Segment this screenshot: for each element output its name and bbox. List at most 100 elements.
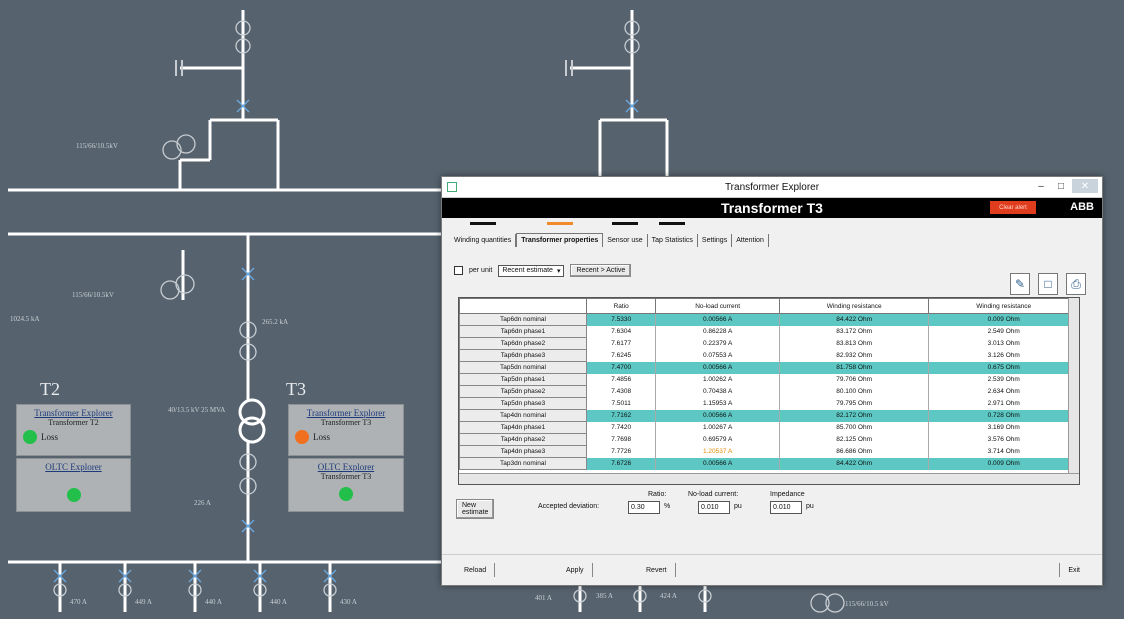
feeder-meter: 385 A — [596, 592, 613, 600]
winding-resistance-cell: 86.686 Ohm — [778, 445, 930, 458]
tab-label: Settings — [701, 237, 728, 244]
t2-loss-status-dot — [23, 430, 37, 444]
noload-current-cell: 0.00566 A — [655, 457, 780, 470]
apply-button[interactable]: Apply — [558, 563, 593, 577]
table-row[interactable]: Tap3dn nominal 7.6726 0.00566 A 84.422 Ohm 0… — [459, 457, 1079, 470]
exit-button[interactable]: Exit — [1059, 563, 1088, 577]
t3-loss-row: Loss — [295, 430, 403, 444]
revert-button[interactable]: Revert — [638, 563, 676, 577]
noload-current-cell: 0.69579 A — [655, 433, 780, 446]
table-row[interactable]: Tap4dn nominal 7.7162 0.00566 A 82.172 Ohm 0… — [459, 409, 1079, 422]
winding-resistance-cell: 82.932 Ohm — [778, 349, 930, 362]
row-header-cell: Tap6dn phase1 — [459, 325, 587, 338]
table-row[interactable]: Tap4dn phase2 7.7698 0.69579 A 82.125 Ohm 3.… — [459, 433, 1079, 446]
table-row[interactable]: Tap5dn phase3 7.5011 1.15953 A 79.795 Ohm 2.… — [459, 397, 1079, 410]
ratio-label: Ratio: — [648, 491, 667, 498]
transformer-explorer-window: Transformer Explorer – □ ✕ Transformer T… — [441, 176, 1103, 586]
table-row[interactable]: Tap6dn phase2 7.6177 0.22379 A 83.813 Ohm 3.… — [459, 337, 1079, 350]
reload-button[interactable]: Reload — [456, 563, 496, 577]
tab-label: Tap Statistics — [651, 237, 693, 244]
t2-explorer-link[interactable]: Transformer Explorer — [17, 408, 130, 418]
winding-resistance-cell: 2.971 Ohm — [928, 397, 1079, 410]
table-row[interactable]: Tap4dn phase3 7.7726 1.20537 A 86.686 Ohm 3.… — [459, 445, 1079, 458]
tab-indicator — [469, 222, 496, 225]
t3-explorer-link[interactable]: Transformer Explorer — [289, 408, 403, 418]
ratio-cell: 7.6304 — [585, 325, 657, 338]
noload-deviation-input[interactable]: 0.010 — [698, 501, 730, 514]
table-row[interactable]: Tap4dn phase1 7.7420 1.00267 A 85.700 Ohm 3.… — [459, 421, 1079, 434]
ratio-cell: 7.4856 — [585, 373, 657, 386]
winding-resistance-cell: 82.172 Ohm — [778, 409, 930, 422]
t2-explorer-sub: Transformer T2 — [48, 418, 99, 427]
bottom-right-label: 115/66/10.5 kV — [845, 600, 889, 608]
new-estimate-button[interactable]: New estimate — [456, 499, 495, 519]
feeder-meter: 470 A — [70, 598, 87, 606]
meter-d: 226 A — [194, 499, 211, 507]
estimate-select[interactable]: Recent estimate ▾ — [498, 264, 565, 277]
column-header: Winding resistance — [778, 298, 930, 314]
tab-winding-quantities[interactable]: Winding quantities — [450, 222, 517, 247]
transformer-t3-icon — [238, 398, 266, 444]
feeder-meter: 440 A — [270, 598, 287, 606]
header-bar: Transformer T3 Clear alert ABB — [442, 198, 1102, 218]
window-titlebar[interactable]: Transformer Explorer – □ ✕ — [442, 177, 1102, 198]
table-row[interactable]: Tap5dn phase1 7.4856 1.00262 A 79.706 Ohm 2.… — [459, 373, 1079, 386]
t2-oltc-link[interactable]: OLTC Explorer — [17, 462, 130, 472]
ratio-cell: 7.7420 — [585, 421, 657, 434]
winding-resistance-cell: 2.634 Ohm — [928, 385, 1079, 398]
t3-oltc-sub: Transformer T3 — [320, 472, 372, 481]
tab-tap-statistics[interactable]: Tap Statistics — [648, 222, 698, 247]
print-icon[interactable]: ⎙ — [1066, 273, 1086, 295]
horizontal-scrollbar[interactable] — [459, 473, 1079, 484]
t2-oltc-panel[interactable]: OLTC Explorer — [16, 458, 131, 512]
per-unit-checkbox[interactable] — [454, 266, 463, 275]
t3-explorer-panel[interactable]: Transformer Explorer Transformer T3 Loss — [288, 404, 404, 456]
edit-document-icon[interactable]: ✎ — [1010, 273, 1030, 295]
t2-oltc-status-dot — [66, 488, 81, 502]
column-header: Ratio — [585, 298, 657, 314]
tab-settings[interactable]: Settings — [698, 234, 733, 247]
feeder-meter: 449 A — [135, 598, 152, 606]
winding-resistance-cell: 2.539 Ohm — [928, 373, 1079, 386]
close-icon[interactable]: ✕ — [1072, 179, 1098, 193]
table-row[interactable]: Tap6dn phase3 7.6245 0.07553 A 82.932 Ohm 3.… — [459, 349, 1079, 362]
ratio-deviation-input[interactable]: 0.30 — [628, 501, 660, 514]
maximize-icon[interactable]: □ — [1052, 179, 1070, 193]
feeder-meter: 440 A — [205, 598, 222, 606]
impedance-deviation-value: 0.010 — [773, 504, 791, 511]
tab-attention[interactable]: Attention — [732, 234, 769, 247]
row-header-cell: Tap5dn nominal — [459, 361, 587, 374]
impedance-deviation-input[interactable]: 0.010 — [770, 501, 802, 514]
winding-resistance-cell: 83.813 Ohm — [778, 337, 930, 350]
options-row: per unit Recent estimate ▾ Recent > Acti… — [454, 264, 632, 277]
tab-indicator — [659, 222, 686, 225]
table-row[interactable]: Tap5dn phase2 7.4308 0.70438 A 80.100 Ohm 2.… — [459, 385, 1079, 398]
ratio-cell: 7.7162 — [585, 409, 657, 422]
table-row[interactable]: Tap6dn phase1 7.6304 0.86228 A 83.172 Ohm 2.… — [459, 325, 1079, 338]
winding-resistance-cell: 84.422 Ohm — [778, 313, 930, 326]
tab-transformer-properties[interactable]: Transformer properties — [516, 222, 604, 247]
clear-alert-button[interactable]: Clear alert — [990, 201, 1036, 214]
chevron-down-icon: ▾ — [556, 267, 561, 275]
t3-oltc-panel[interactable]: OLTC Explorer Transformer T3 — [288, 458, 404, 512]
winding-resistance-cell: 82.125 Ohm — [778, 433, 930, 446]
vertical-scrollbar[interactable] — [1068, 298, 1079, 484]
recent-to-active-button[interactable]: Recent > Active — [570, 264, 632, 277]
tab-sensor-use[interactable]: Sensor use — [603, 222, 648, 247]
table-row[interactable]: Tap5dn nominal 7.4700 0.00566 A 81.758 Ohm 0… — [459, 361, 1079, 374]
t3-oltc-status-dot — [339, 487, 353, 501]
t3-label: T3 — [286, 379, 306, 399]
ratio-cell: 7.7726 — [585, 445, 657, 458]
t2-explorer-panel[interactable]: Transformer Explorer Transformer T2 Loss — [16, 404, 131, 456]
tab-label: Sensor use — [607, 237, 643, 244]
new-document-icon[interactable]: □ — [1038, 273, 1058, 295]
minimize-icon[interactable]: – — [1032, 179, 1050, 193]
noload-current-cell: 0.00566 A — [655, 409, 780, 422]
column-header: Winding resistance — [928, 298, 1079, 314]
table-row[interactable]: Tap6dn nominal 7.5330 0.00566 A 84.422 Ohm 0… — [459, 313, 1079, 326]
noload-current-cell: 0.07553 A — [655, 349, 780, 362]
row-header-cell: Tap4dn nominal — [459, 409, 587, 422]
row-header-cell: Tap4dn phase3 — [459, 445, 587, 458]
ratio-cell: 7.7698 — [585, 433, 657, 446]
t3-oltc-link[interactable]: OLTC Explorer — [289, 462, 403, 472]
